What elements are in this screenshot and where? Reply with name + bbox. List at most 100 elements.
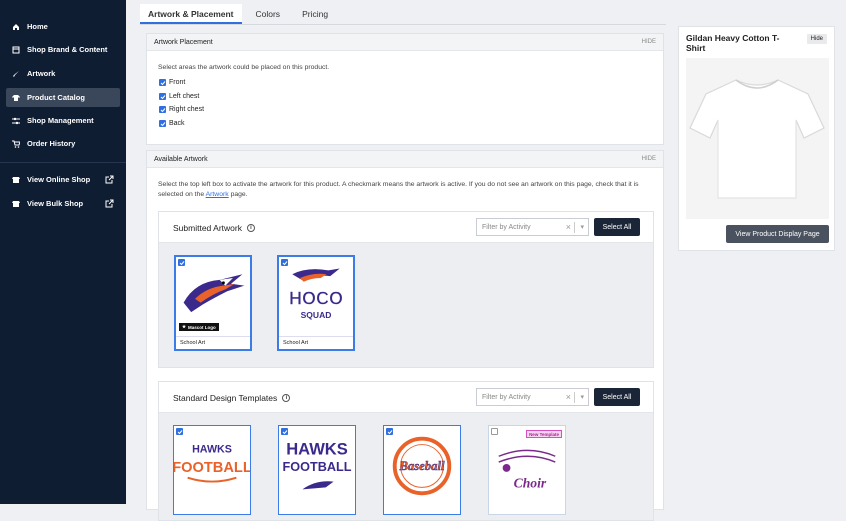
store-icon xyxy=(12,176,20,184)
chevron-down-icon[interactable]: ▾ xyxy=(580,223,584,231)
sidebar-item-label: Artwork xyxy=(27,69,56,78)
section-title-text: Submitted Artwork xyxy=(173,223,242,233)
hawks-football-purple-image: HAWKS FOOTBALL xyxy=(283,439,352,490)
sidebar-item-product-catalog[interactable]: Product Catalog xyxy=(6,88,120,107)
product-title: Gildan Heavy Cotton T-Shirt xyxy=(686,33,780,53)
filter-placeholder: Filter by Activity xyxy=(482,223,531,231)
sidebar-item-view-online-shop[interactable]: View Online Shop xyxy=(6,170,120,189)
checkbox-checked[interactable] xyxy=(159,106,166,113)
badge-text: Mascot Logo xyxy=(188,324,216,330)
option-label: Left chest xyxy=(169,93,200,100)
artwork-card[interactable]: ★ Mascot Logo School Art xyxy=(174,255,252,351)
info-icon[interactable]: i xyxy=(246,224,255,232)
sidebar-item-label: Order History xyxy=(27,139,76,148)
chevron-down-icon[interactable]: ▾ xyxy=(580,393,584,401)
art-text: HAWKS xyxy=(286,439,348,458)
placement-option-front[interactable]: Front xyxy=(159,79,185,86)
panel-header: Available Artwork HIDE xyxy=(147,151,663,168)
separator xyxy=(574,392,575,403)
section-title-text: Standard Design Templates xyxy=(173,393,278,403)
option-label: Front xyxy=(169,79,186,86)
sidebar-item-shop-management[interactable]: Shop Management xyxy=(6,111,120,130)
tab-bar: Artwork & Placement Colors Pricing xyxy=(140,4,342,24)
baseball-template-image: Baseball xyxy=(392,436,452,496)
section-title: Submitted Artwork i xyxy=(173,223,255,233)
checkbox-checked[interactable] xyxy=(281,259,288,266)
view-product-display-page-button[interactable]: View Product Display Page xyxy=(726,225,829,243)
filter-by-activity-select[interactable]: Filter by Activity × ▾ xyxy=(476,218,589,236)
checkbox-checked[interactable] xyxy=(159,79,166,86)
checkbox-checked[interactable] xyxy=(178,259,185,266)
hide-link[interactable]: HIDE xyxy=(642,156,656,162)
art-text: Choir xyxy=(514,475,547,490)
art-text: Baseball xyxy=(398,459,444,473)
template-card[interactable]: Baseball xyxy=(383,425,461,515)
external-link-icon[interactable] xyxy=(105,175,114,184)
checkbox-checked[interactable] xyxy=(159,93,166,100)
placement-instruction: Select areas the artwork could be placed… xyxy=(158,64,330,71)
card-label: School Art xyxy=(176,336,250,349)
artwork-card[interactable]: HOCO SQUAD School Art xyxy=(277,255,355,351)
sidebar-item-order-history[interactable]: Order History xyxy=(6,134,120,153)
sidebar-item-view-bulk-shop[interactable]: View Bulk Shop xyxy=(6,194,120,213)
artwork-placement-panel: Artwork Placement HIDE Select areas the … xyxy=(146,33,664,145)
sidebar-item-home[interactable]: Home xyxy=(6,17,120,36)
brush-icon xyxy=(12,70,20,78)
sliders-icon xyxy=(12,117,20,125)
filter-by-activity-select[interactable]: Filter by Activity × ▾ xyxy=(476,388,589,406)
checkbox-checked[interactable] xyxy=(176,428,183,435)
panel-title: Available Artwork xyxy=(154,155,208,163)
select-all-button[interactable]: Select All xyxy=(594,218,640,236)
art-text: FOOTBALL xyxy=(174,460,250,476)
external-link-icon[interactable] xyxy=(105,199,114,208)
placement-option-back[interactable]: Back xyxy=(159,120,185,127)
filter-placeholder: Filter by Activity xyxy=(482,393,531,401)
product-preview-panel: Gildan Heavy Cotton T-Shirt Hide View Pr… xyxy=(678,26,835,251)
select-all-button[interactable]: Select All xyxy=(594,388,640,406)
art-text: FOOTBALL xyxy=(283,460,352,474)
sidebar-item-label: View Bulk Shop xyxy=(27,199,84,208)
checkbox-checked[interactable] xyxy=(159,120,166,127)
template-card[interactable]: HAWKS FOOTBALL xyxy=(173,425,251,515)
tab-artwork-placement[interactable]: Artwork & Placement xyxy=(140,4,242,24)
artwork-page-link[interactable]: Artwork xyxy=(206,191,229,198)
submitted-artwork-section: Submitted Artwork i Filter by Activity ×… xyxy=(158,211,654,368)
available-artwork-panel: Available Artwork HIDE Select the top le… xyxy=(146,150,664,521)
hawks-football-orange-image: HAWKS FOOTBALL xyxy=(174,443,250,483)
tshirt-image xyxy=(689,79,825,199)
sidebar-divider xyxy=(0,162,126,163)
mascot-logo-badge: ★ Mascot Logo xyxy=(179,323,219,331)
tab-underline xyxy=(140,24,666,25)
section-title: Standard Design Templates i xyxy=(173,393,291,403)
panel-title: Artwork Placement xyxy=(154,38,213,46)
sidebar-item-label: Shop Brand & Content xyxy=(27,45,108,54)
layout-icon xyxy=(12,46,20,54)
art-text: HOCO xyxy=(289,289,343,309)
clear-icon[interactable]: × xyxy=(566,222,571,232)
tab-colors[interactable]: Colors xyxy=(248,4,289,24)
hide-button[interactable]: Hide xyxy=(806,34,827,44)
placement-option-right-chest[interactable]: Right chest xyxy=(159,106,204,113)
main-content: Artwork & Placement Colors Pricing Artwo… xyxy=(126,0,846,521)
placement-option-left-chest[interactable]: Left chest xyxy=(159,93,199,100)
product-image xyxy=(686,58,829,219)
sidebar-item-shop-brand[interactable]: Shop Brand & Content xyxy=(6,40,120,59)
new-template-badge: New Template xyxy=(526,430,562,438)
clear-icon[interactable]: × xyxy=(566,392,571,402)
separator xyxy=(574,222,575,233)
standard-templates-section: Standard Design Templates i Filter by Ac… xyxy=(158,381,654,521)
info-icon[interactable]: i xyxy=(282,394,291,402)
sidebar-item-label: Shop Management xyxy=(27,116,94,125)
available-instruction: Select the top left box to activate the … xyxy=(158,180,654,200)
hide-link[interactable]: HIDE xyxy=(642,39,656,45)
checkbox-checked[interactable] xyxy=(386,428,393,435)
sidebar-item-artwork[interactable]: Artwork xyxy=(6,64,120,83)
template-card[interactable]: Choir New Template xyxy=(488,425,566,515)
template-card[interactable]: HAWKS FOOTBALL xyxy=(278,425,356,515)
cart-icon xyxy=(12,140,20,148)
checkbox-unchecked[interactable] xyxy=(491,428,498,435)
tab-pricing[interactable]: Pricing xyxy=(294,4,336,24)
checkbox-checked[interactable] xyxy=(281,428,288,435)
sidebar-item-label: Home xyxy=(27,22,48,31)
instruction-text-end: page. xyxy=(230,191,248,198)
